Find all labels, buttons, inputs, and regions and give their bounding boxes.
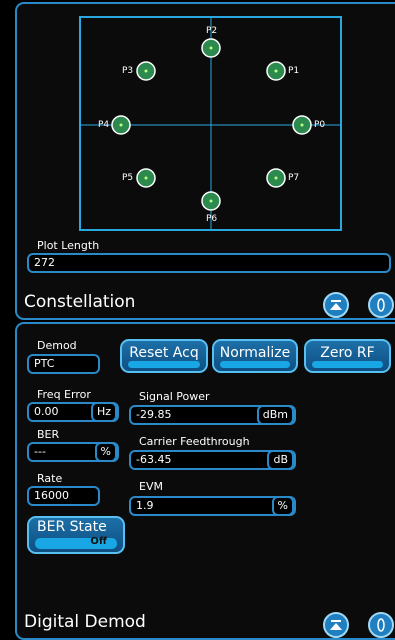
- normalize-button[interactable]: Normalize: [212, 339, 298, 373]
- signal-power-unit: dBm: [256, 405, 294, 425]
- evm-unit: %: [271, 496, 294, 516]
- evm-field[interactable]: 1.9 %: [129, 496, 296, 516]
- signal-power-field[interactable]: -29.85 dBm: [129, 405, 296, 425]
- point-label-p3: P3: [122, 66, 134, 76]
- plot-length-input[interactable]: 272: [27, 253, 391, 273]
- point-label-p6: P6: [206, 214, 218, 224]
- plot-length-label: Plot Length: [37, 239, 100, 252]
- rate-field[interactable]: 16000: [27, 486, 100, 506]
- reset-acq-button[interactable]: Reset Acq: [120, 339, 208, 373]
- normalize-label: Normalize: [219, 345, 291, 361]
- ber-value: ---: [34, 445, 46, 458]
- point-p1: [266, 61, 286, 81]
- freq-error-unit: Hz: [90, 402, 117, 422]
- point-p5: [136, 168, 156, 188]
- collapse-icon: [330, 300, 342, 310]
- freq-error-label: Freq Error: [37, 388, 91, 401]
- point-label-p5: P5: [122, 173, 134, 183]
- carrier-feedthrough-unit: dB: [267, 450, 294, 470]
- collapse-button-2[interactable]: [323, 612, 349, 638]
- point-label-p4: P4: [98, 120, 110, 130]
- ber-state-label: BER State: [37, 519, 107, 535]
- point-p2: [201, 38, 221, 58]
- demod-field[interactable]: PTC: [27, 354, 100, 374]
- help-icon: [377, 298, 385, 312]
- carrier-feedthrough-field[interactable]: -63.45 dB: [129, 450, 296, 470]
- digital-demod-panel: Demod PTC Reset Acq Normalize Zero RF Fr…: [15, 322, 395, 640]
- zero-rf-label: Zero RF: [320, 345, 375, 361]
- carrier-feedthrough-label: Carrier Feedthrough: [139, 435, 250, 448]
- ber-field[interactable]: --- %: [27, 442, 119, 462]
- help-button-2[interactable]: [368, 612, 394, 638]
- signal-power-value: -29.85: [136, 408, 172, 421]
- point-label-p1: P1: [288, 66, 300, 76]
- demod-label: Demod: [37, 339, 77, 352]
- freq-error-value: 0.00: [34, 405, 59, 418]
- constellation-title: Constellation: [24, 292, 136, 312]
- help-icon: [377, 618, 385, 632]
- constellation-panel: P0 P1 P2 P3 P4 P5 P6 P7 Plot Length 272 …: [15, 2, 395, 320]
- point-p3: [136, 61, 156, 81]
- collapse-icon: [330, 620, 342, 630]
- digital-demod-title: Digital Demod: [24, 612, 146, 632]
- constellation-svg: [81, 18, 340, 229]
- point-label-p2: P2: [206, 26, 218, 36]
- carrier-feedthrough-value: -63.45: [136, 453, 172, 466]
- evm-label: EVM: [139, 480, 163, 493]
- help-button[interactable]: [368, 292, 394, 318]
- point-p6: [201, 191, 221, 211]
- point-label-p0: P0: [314, 120, 326, 130]
- ber-state-bar: Off: [35, 536, 117, 549]
- reset-acq-label: Reset Acq: [129, 345, 199, 361]
- ber-unit: %: [94, 442, 117, 462]
- point-label-p7: P7: [288, 173, 300, 183]
- point-p7: [266, 168, 286, 188]
- rate-label: Rate: [37, 472, 63, 485]
- ber-label: BER: [37, 428, 60, 441]
- zero-rf-button[interactable]: Zero RF: [304, 339, 391, 373]
- collapse-button[interactable]: [323, 292, 349, 318]
- evm-value: 1.9: [136, 499, 154, 512]
- ber-state-value: Off: [90, 536, 107, 547]
- point-p4: [111, 115, 131, 135]
- signal-power-label: Signal Power: [139, 390, 210, 403]
- point-p0: [292, 115, 312, 135]
- ber-state-toggle[interactable]: BER State Off: [27, 516, 125, 554]
- constellation-plot: P0 P1 P2 P3 P4 P5 P6 P7: [79, 16, 342, 231]
- freq-error-field[interactable]: 0.00 Hz: [27, 402, 119, 422]
